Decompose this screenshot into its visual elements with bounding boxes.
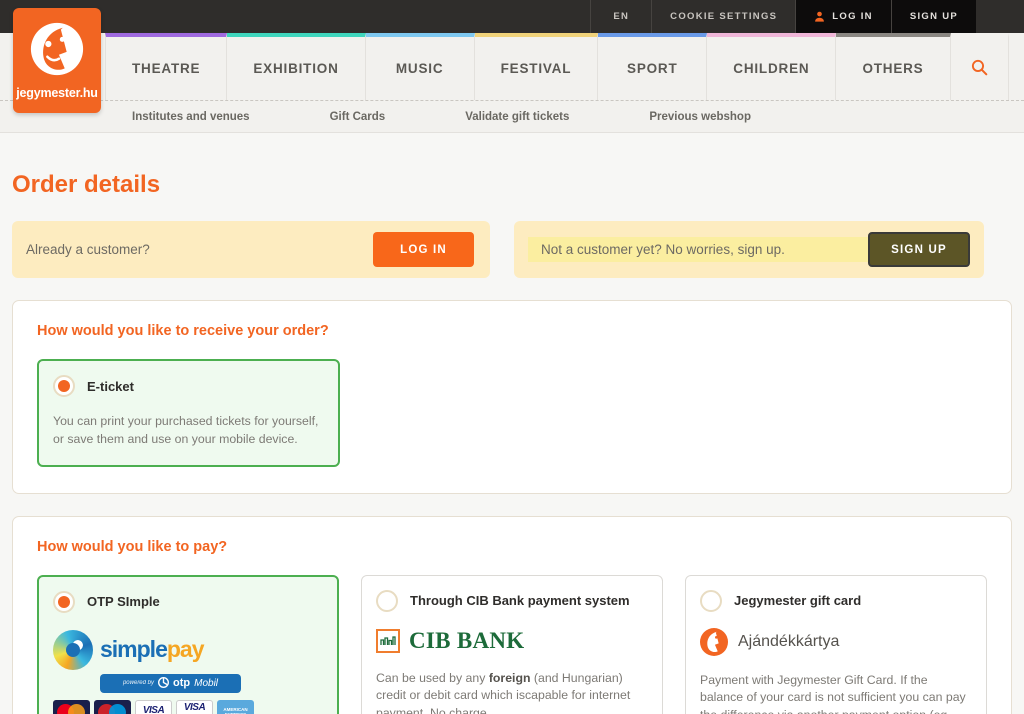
cib-bank-logo: CIB BANK: [376, 628, 648, 654]
payment-option-label: OTP SImple: [87, 594, 160, 610]
payment-option-label: Through CIB Bank payment system: [410, 593, 630, 609]
login-banner-text: Already a customer?: [26, 242, 150, 257]
nav-item-label: SPORT: [627, 61, 678, 76]
site-logo-label: jegymester.hu: [16, 86, 98, 100]
nav-item-label: OTHERS: [862, 61, 924, 76]
subnav-item-gift-cards[interactable]: Gift Cards: [330, 111, 386, 123]
cookie-settings-button[interactable]: COOKIE SETTINGS: [651, 0, 795, 33]
cart-button[interactable]: 11:15 1: [1008, 33, 1024, 100]
lang-switch[interactable]: EN: [590, 0, 651, 33]
nav-item-exhibition[interactable]: EXHIBITION: [227, 33, 366, 100]
delivery-option-label: E-ticket: [87, 378, 134, 394]
gift-card-logo: Ajándékkártya: [700, 627, 972, 656]
cib-bank-wordmark: CIB BANK: [409, 627, 525, 653]
page-content: Order details Already a customer? LOG IN…: [0, 133, 1024, 714]
mastercard-icon: [53, 699, 90, 714]
topbar-login-label: LOG IN: [832, 11, 873, 22]
signup-banner-text: Not a customer yet? No worries, sign up.: [528, 237, 868, 262]
delivery-panel: How would you like to receive your order…: [12, 300, 1012, 494]
topbar-login-button[interactable]: LOG IN: [795, 0, 891, 33]
delivery-radio-e-ticket[interactable]: [53, 375, 75, 397]
login-button[interactable]: LOG IN: [373, 232, 474, 267]
simplepay-word-simple: simple: [100, 636, 168, 663]
nav-item-music[interactable]: MUSIC: [365, 33, 475, 100]
payment-option-description: Can be used by any foreign (and Hungaria…: [376, 670, 648, 714]
otp-badge-suffix: Mobil: [194, 677, 219, 689]
nav-item-label: MUSIC: [395, 61, 444, 76]
otp-logo-icon: [158, 676, 169, 690]
accepted-cards-row: VISA VISAElectron AMERICANEXPRESS: [53, 699, 323, 714]
visa-electron-icon: VISAElectron: [176, 699, 213, 714]
payment-panel: How would you like to pay? OTP SImple si…: [12, 515, 1012, 714]
jegymester-mask-icon: [28, 20, 86, 83]
cookie-settings-label: COOKIE SETTINGS: [670, 11, 778, 22]
simplepay-mark-icon: [53, 629, 93, 670]
gift-card-wordmark: Ajándékkártya: [738, 632, 840, 650]
subnav-item-institutes[interactable]: Institutes and venues: [132, 111, 250, 123]
site-logo[interactable]: jegymester.hu: [13, 8, 101, 113]
user-icon: [814, 11, 825, 22]
payment-option-jegymester-gift-card[interactable]: Jegymester gift card Ajándékkártya Payme…: [685, 574, 987, 714]
lang-switch-label: EN: [613, 11, 630, 22]
delivery-option-description: You can print your purchased tickets for…: [53, 414, 319, 446]
visa-icon: VISA: [135, 699, 172, 714]
signup-banner: Not a customer yet? No worries, sign up.…: [514, 221, 984, 278]
subnav-item-previous-webshop[interactable]: Previous webshop: [649, 111, 751, 123]
jegymester-mask-icon: [700, 627, 728, 656]
simplepay-logo: simplepay powered by otp Mobil VISA VISA…: [53, 629, 323, 714]
otp-badge-prefix: powered by: [122, 680, 154, 687]
search-icon: [971, 59, 988, 79]
account-banners: Already a customer? LOG IN Not a custome…: [12, 221, 1012, 278]
login-banner: Already a customer? LOG IN: [12, 221, 490, 278]
payment-option-otp-simple[interactable]: OTP SImple simplepay powered by otp Mobi…: [37, 574, 339, 714]
payment-radio-gift-card[interactable]: [700, 589, 722, 612]
subnav-item-validate-gift-tickets[interactable]: Validate gift tickets: [465, 111, 569, 123]
desc-pre: Can be used by any: [376, 670, 489, 685]
nav-item-label: THEATRE: [132, 61, 201, 76]
payment-option-description: Payment with Jegymester Gift Card. If th…: [700, 672, 966, 714]
nav-item-label: CHILDREN: [733, 61, 810, 76]
nav-item-others[interactable]: OTHERS: [836, 33, 951, 100]
nav-item-children[interactable]: CHILDREN: [707, 33, 837, 100]
desc-bold: foreign: [488, 670, 531, 685]
american-express-icon: AMERICANEXPRESS: [217, 699, 254, 714]
payment-option-cib-bank[interactable]: Through CIB Bank payment system CIB BANK…: [361, 574, 663, 714]
otp-badge-brand: otp: [173, 677, 191, 690]
nav-item-label: EXHIBITION: [253, 61, 339, 76]
nav-item-sport[interactable]: SPORT: [598, 33, 708, 100]
nav-item-label: FESTIVAL: [500, 61, 572, 76]
main-navigation: THEATRE EXHIBITION MUSIC FESTIVAL SPORT …: [0, 33, 1024, 100]
secondary-navigation: Institutes and venues Gift Cards Validat…: [0, 100, 1024, 133]
top-utility-bar: EN COOKIE SETTINGS LOG IN SIGN UP: [0, 0, 1024, 33]
nav-item-festival[interactable]: FESTIVAL: [474, 33, 599, 100]
delivery-panel-title: How would you like to receive your order…: [37, 323, 329, 339]
nav-item-theatre[interactable]: THEATRE: [105, 33, 228, 100]
search-button[interactable]: [950, 33, 1009, 100]
payment-radio-cib-bank[interactable]: [376, 589, 398, 612]
simplepay-word-pay: pay: [166, 636, 205, 663]
otp-mobil-badge: powered by otp Mobil: [100, 673, 241, 693]
maestro-icon: [94, 699, 131, 714]
delivery-option-e-ticket[interactable]: E-ticket You can print your purchased ti…: [37, 359, 340, 467]
signup-button[interactable]: SIGN UP: [868, 232, 970, 267]
topbar-signup-button[interactable]: SIGN UP: [890, 0, 976, 33]
page-title: Order details: [12, 171, 161, 198]
payment-radio-otp-simple[interactable]: [53, 590, 75, 613]
cib-mark-icon: [376, 628, 400, 653]
payment-option-label: Jegymester gift card: [734, 593, 862, 609]
topbar-signup-label: SIGN UP: [909, 11, 958, 22]
payment-panel-title: How would you like to pay?: [37, 538, 228, 555]
